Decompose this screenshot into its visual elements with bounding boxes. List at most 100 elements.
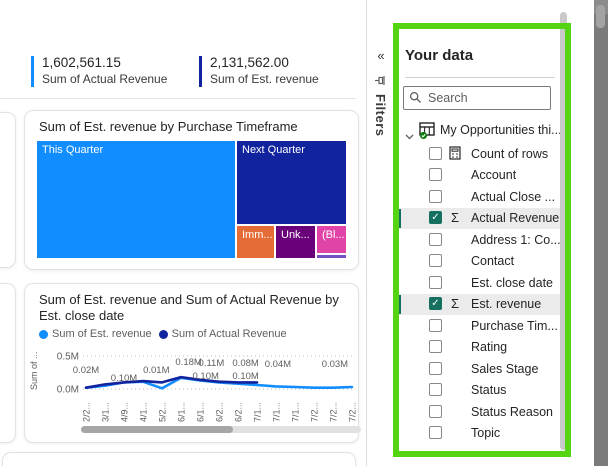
- field-checkbox[interactable]: [429, 361, 442, 375]
- treemap-visual-card[interactable]: Sum of Est. revenue by Purchase Timefram…: [24, 110, 359, 270]
- partial-card: [0, 112, 16, 268]
- field-label: Rating: [471, 340, 508, 354]
- data-label: 0.01M: [143, 365, 169, 376]
- pin-icon[interactable]: [374, 74, 387, 87]
- expand-pane-icon[interactable]: «: [374, 48, 388, 63]
- y-axis-tick: 0.0M: [57, 385, 79, 396]
- divider: [0, 98, 356, 99]
- treemap-segment-immediate[interactable]: Imm...: [237, 226, 274, 258]
- field-row[interactable]: ✓ Σ Est. revenue: [397, 293, 560, 315]
- dataset-name: My Opportunities thi...: [440, 123, 562, 137]
- field-row[interactable]: Est. close date: [397, 272, 560, 294]
- data-label: 0.04M: [265, 359, 291, 370]
- field-row[interactable]: Purchase Tim...: [397, 315, 560, 337]
- field-list: Count of rows Account Actual Close ... ✓…: [393, 143, 573, 444]
- field-checkbox[interactable]: [429, 426, 442, 439]
- your-data-pane: Your data Search My Opportunities thi...…: [393, 0, 573, 466]
- x-axis-tick: 4/1...: [139, 402, 149, 422]
- x-axis-tick: 7/2...: [329, 402, 339, 422]
- x-axis-tick: 7/2...: [310, 402, 320, 422]
- data-label: 0.02M: [73, 365, 99, 376]
- scrollbar-thumb[interactable]: [596, 5, 605, 28]
- treemap-segment-this-quarter[interactable]: This Quarter: [37, 141, 235, 258]
- field-checkbox[interactable]: ✓: [429, 211, 442, 224]
- x-axis-tick: 6/1...: [196, 402, 206, 422]
- right-scrollbar-strip[interactable]: [594, 0, 608, 466]
- field-checkbox[interactable]: [429, 168, 442, 181]
- field-row[interactable]: Sales Stage: [397, 358, 560, 380]
- x-axis-tick: 5/2...: [158, 402, 168, 422]
- search-box[interactable]: [403, 86, 551, 110]
- field-label: Address 1: Co...: [471, 232, 561, 247]
- sigma-icon: Σ: [450, 209, 460, 225]
- field-label: Account: [471, 168, 517, 182]
- filters-pane-collapsed[interactable]: « Filters: [366, 0, 394, 466]
- chart-scrollbar-thumb[interactable]: [81, 426, 233, 433]
- calculator-icon: [447, 145, 463, 161]
- chart-horizontal-scrollbar[interactable]: [81, 426, 361, 433]
- legend-dot-actual-revenue: [158, 329, 168, 339]
- field-type-icon: [447, 382, 463, 398]
- field-checkbox[interactable]: [429, 146, 442, 160]
- dataset-tree-root[interactable]: My Opportunities thi...: [393, 120, 573, 142]
- field-checkbox[interactable]: ✓: [429, 297, 442, 310]
- search-input[interactable]: [403, 86, 551, 110]
- x-axis-tick: 7/1...: [291, 402, 301, 422]
- field-label: Est. close date: [471, 275, 553, 290]
- field-row[interactable]: Contact: [397, 251, 560, 273]
- kpi-accent-bar: [31, 56, 34, 87]
- field-row[interactable]: Account: [397, 165, 560, 187]
- field-type-icon: [447, 253, 463, 269]
- field-type-icon: [447, 403, 463, 419]
- field-checkbox[interactable]: [429, 189, 442, 203]
- treemap-segment-unknown[interactable]: Unk...: [276, 226, 315, 258]
- field-label: Status: [471, 383, 507, 397]
- legend-label[interactable]: Sum of Est. revenue: [52, 328, 152, 340]
- field-label: Contact: [471, 254, 515, 268]
- field-checkbox[interactable]: [429, 383, 442, 396]
- kpi-accent-bar: [199, 56, 202, 87]
- field-label: Topic: [471, 426, 501, 440]
- chart-legend: Sum of Est. revenue Sum of Actual Revenu…: [39, 328, 287, 340]
- search-icon: [409, 91, 422, 109]
- x-axis-tick: 6/2...: [234, 402, 244, 422]
- legend-dot-est-revenue: [39, 329, 48, 339]
- field-row[interactable]: Count of rows: [397, 143, 560, 165]
- kpi-label: Sum of Actual Revenue: [42, 72, 168, 86]
- treemap-segment-other[interactable]: [317, 255, 346, 258]
- field-checkbox[interactable]: [429, 275, 442, 289]
- field-row[interactable]: Address 1: Co...: [397, 229, 561, 251]
- field-label: Sales Stage: [471, 361, 539, 376]
- field-row[interactable]: Topic: [397, 423, 560, 445]
- field-row[interactable]: Rating: [397, 337, 560, 359]
- treemap-segment-blank[interactable]: (Bl...: [317, 226, 346, 253]
- x-axis-tick: 7/1...: [272, 402, 282, 422]
- field-type-icon: [447, 317, 463, 333]
- field-type-icon: [447, 339, 463, 355]
- x-axis-tick: 6/1...: [177, 402, 187, 422]
- filters-pane-label[interactable]: Filters: [373, 94, 388, 137]
- field-checkbox[interactable]: [429, 232, 442, 246]
- legend-label[interactable]: Sum of Actual Revenue: [172, 328, 287, 340]
- selection-accent-bar: [397, 294, 401, 314]
- treemap-segment-next-quarter[interactable]: Next Quarter: [237, 141, 346, 224]
- data-label: 0.11M: [199, 358, 225, 369]
- pane-title: Your data: [405, 47, 474, 64]
- field-type-icon: [447, 425, 463, 441]
- field-label: Actual Close ...: [471, 189, 556, 204]
- line-chart-visual-card[interactable]: Sum of Est. revenue and Sum of Actual Re…: [24, 283, 361, 443]
- field-row[interactable]: Status: [397, 380, 560, 402]
- data-label: 0.10M: [192, 371, 218, 382]
- field-checkbox[interactable]: [429, 318, 442, 332]
- x-axis-tick: 6/2...: [215, 402, 225, 422]
- pane-scrollbar[interactable]: [560, 12, 567, 450]
- field-row[interactable]: Status Reason: [397, 401, 560, 423]
- field-row[interactable]: Actual Close ...: [397, 186, 560, 208]
- field-checkbox[interactable]: [429, 254, 442, 267]
- x-axis-tick: 2/2...: [82, 402, 92, 422]
- field-row[interactable]: ✓ Σ Actual Revenue: [397, 207, 560, 229]
- field-checkbox[interactable]: [429, 404, 442, 418]
- data-label: 0.08M: [232, 358, 258, 369]
- field-checkbox[interactable]: [429, 340, 442, 353]
- partial-card: [2, 452, 356, 466]
